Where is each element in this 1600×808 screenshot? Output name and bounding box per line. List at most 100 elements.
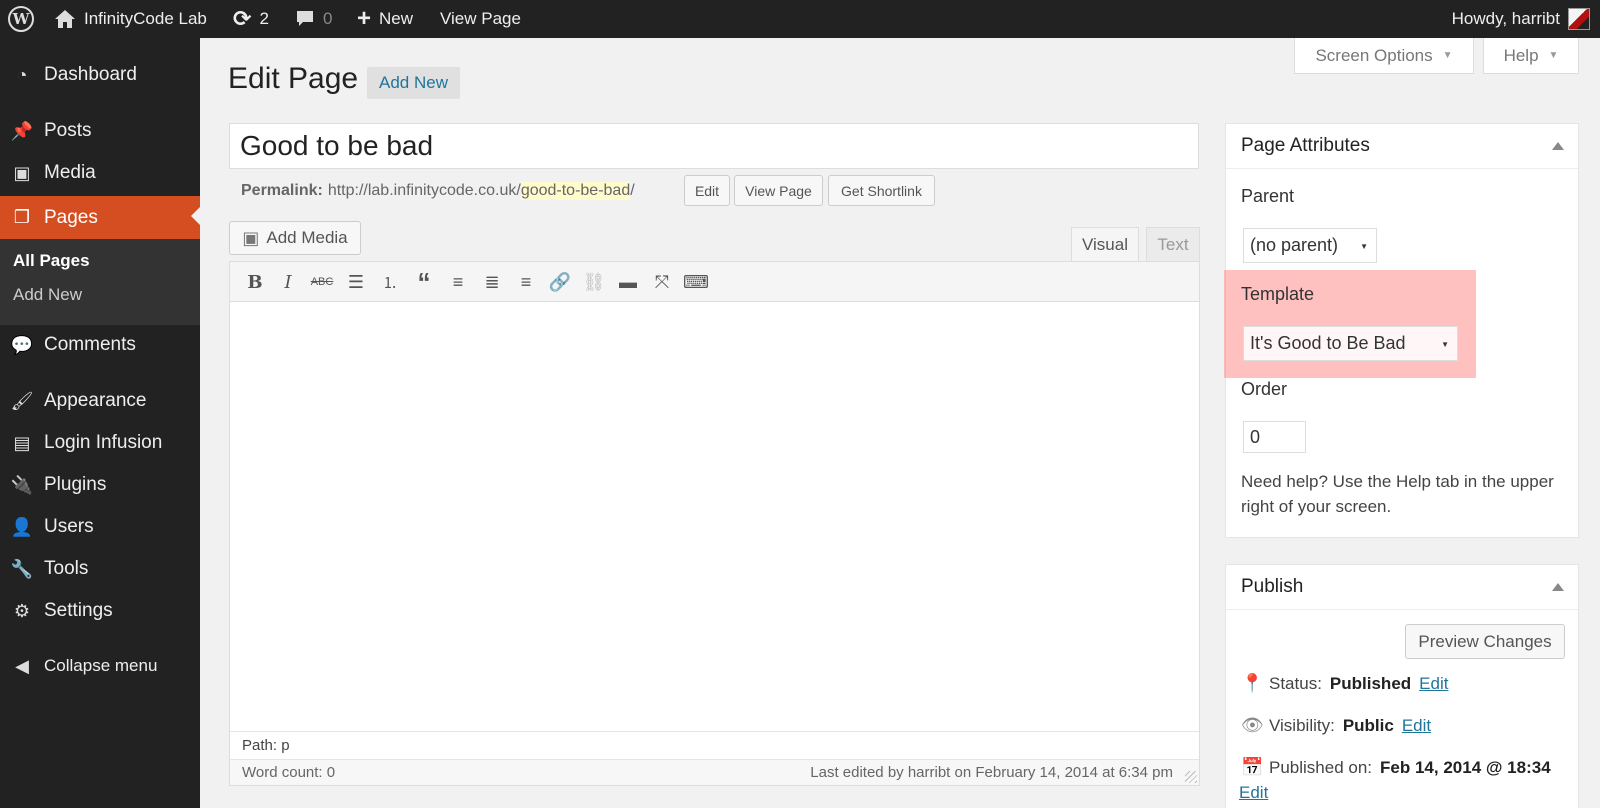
strikethrough-icon[interactable]: ABC xyxy=(309,269,335,295)
publish-header[interactable]: Publish xyxy=(1226,565,1578,610)
eye-icon: 👁 xyxy=(1241,715,1264,735)
collapse-menu-button[interactable]: ◀ Collapse menu xyxy=(0,646,200,686)
content-editor: B I ABC ☰ ⒈ “ ≡ ≣ ≡ 🔗 ⛓ ▬ ⤧ ⌨ Path: p Wo… xyxy=(229,261,1200,786)
fullscreen-icon[interactable]: ⤧ xyxy=(649,269,675,295)
wordpress-logo-menu[interactable]: W xyxy=(8,0,34,38)
view-page-link[interactable]: View Page xyxy=(440,0,521,38)
blockquote-icon[interactable]: “ xyxy=(411,267,437,297)
dropdown-arrow-icon: ▼ xyxy=(1441,340,1449,349)
align-right-icon[interactable]: ≡ xyxy=(513,269,539,295)
dashboard-icon: ◔ xyxy=(16,64,28,85)
parent-select-value: (no parent) xyxy=(1250,235,1339,255)
sidebar-item-pages[interactable]: ❐ Pages xyxy=(0,196,200,239)
order-input[interactable] xyxy=(1243,421,1306,453)
add-new-button[interactable]: Add New xyxy=(367,67,460,99)
link-icon[interactable]: 🔗 xyxy=(547,269,573,295)
edit-status-link[interactable]: Edit xyxy=(1419,674,1448,694)
sidebar-item-settings[interactable]: ⚙ Settings xyxy=(0,591,200,631)
sidebar-item-label: Media xyxy=(44,162,96,183)
page-attributes-title: Page Attributes xyxy=(1241,135,1370,156)
resize-handle-icon[interactable] xyxy=(1185,771,1197,783)
my-account-menu[interactable]: Howdy, harribt xyxy=(1452,0,1590,38)
get-shortlink-button[interactable]: Get Shortlink xyxy=(828,175,935,206)
bullet-list-icon[interactable]: ☰ xyxy=(343,269,369,295)
sidebar-item-label: Posts xyxy=(44,120,92,141)
edit-permalink-button[interactable]: Edit xyxy=(684,175,730,206)
read-more-icon[interactable]: ▬ xyxy=(615,269,641,295)
sidebar-item-label: Login Infusion xyxy=(44,432,163,453)
collapse-arrow-icon[interactable] xyxy=(1552,583,1564,591)
help-text: Need help? Use the Help tab in the upper… xyxy=(1241,472,1554,516)
site-name-menu[interactable]: InfinityCode Lab xyxy=(54,0,207,38)
dropdown-arrow-icon: ▼ xyxy=(1360,242,1368,251)
permalink-base: http://lab.infinitycode.co.uk/ xyxy=(327,182,521,199)
chevron-down-icon: ▼ xyxy=(1442,50,1453,61)
post-title-input[interactable] xyxy=(229,123,1199,169)
status-row: 📍 Status: Published Edit xyxy=(1241,673,1448,694)
sidebar-item-media[interactable]: ▣ Media xyxy=(0,153,200,193)
sidebar-item-login-infusion[interactable]: ▤ Login Infusion xyxy=(0,423,200,463)
comment-icon: 💬 xyxy=(10,334,34,355)
site-name: InfinityCode Lab xyxy=(84,9,207,28)
sidebar-item-comments[interactable]: 💬 Comments xyxy=(0,325,200,365)
sidebar-item-plugins[interactable]: 🔌 Plugins xyxy=(0,465,200,505)
submenu-all-pages[interactable]: All Pages xyxy=(13,251,90,271)
parent-select[interactable]: (no parent) ▼ xyxy=(1243,228,1377,263)
page-attributes-box: Page Attributes Parent (no parent) ▼ Tem… xyxy=(1225,123,1579,538)
bold-icon[interactable]: B xyxy=(242,269,268,295)
permalink-end: / xyxy=(630,182,635,199)
page-attributes-header[interactable]: Page Attributes xyxy=(1226,124,1578,169)
sidebar-item-dashboard[interactable]: ◔ Dashboard xyxy=(0,55,200,95)
wordpress-logo-icon: W xyxy=(8,6,34,32)
status-value: Published xyxy=(1329,673,1412,693)
submenu-add-new[interactable]: Add New xyxy=(13,285,82,305)
collapse-label: Collapse menu xyxy=(44,656,158,675)
sidebar-item-posts[interactable]: 📌 Posts xyxy=(0,111,200,151)
comments-menu[interactable]: 0 xyxy=(295,0,332,38)
pin-icon: 📍 xyxy=(1241,673,1264,693)
collapse-arrow-icon: ◀ xyxy=(15,655,29,676)
align-left-icon[interactable]: ≡ xyxy=(445,269,471,295)
view-page-label: View Page xyxy=(440,9,521,28)
comment-bubble-icon xyxy=(297,11,313,26)
tab-visual[interactable]: Visual xyxy=(1071,227,1139,262)
editor-toolbar: B I ABC ☰ ⒈ “ ≡ ≣ ≡ 🔗 ⛓ ▬ ⤧ ⌨ xyxy=(230,262,1199,302)
publish-title: Publish xyxy=(1241,576,1304,597)
admin-bar: W InfinityCode Lab ⟳ 2 0 + New View Page… xyxy=(0,0,1600,38)
screen-options-button[interactable]: Screen Options ▼ xyxy=(1294,38,1474,74)
permalink-slug[interactable]: good-to-be-bad xyxy=(520,182,631,200)
edit-date-link[interactable]: Edit xyxy=(1239,783,1268,803)
template-select[interactable]: It's Good to Be Bad ▼ xyxy=(1243,326,1458,361)
add-media-button[interactable]: ▣ Add Media xyxy=(229,221,361,255)
align-center-icon[interactable]: ≣ xyxy=(479,269,505,295)
editor-content-area[interactable] xyxy=(230,302,1199,731)
parent-label: Parent xyxy=(1241,186,1295,206)
sidebar-item-appearance[interactable]: 🖌 Appearance xyxy=(0,381,200,421)
new-label: New xyxy=(379,9,414,28)
sidebar-item-label: Comments xyxy=(44,334,136,355)
toolbar-toggle-icon[interactable]: ⌨ xyxy=(683,269,709,295)
wrench-icon: 🔧 xyxy=(10,558,34,579)
updates-menu[interactable]: ⟳ 2 xyxy=(233,0,269,38)
preview-changes-button[interactable]: Preview Changes xyxy=(1405,624,1565,659)
sidebar-item-tools[interactable]: 🔧 Tools xyxy=(0,549,200,589)
sidebar-item-users[interactable]: 👤 Users xyxy=(0,507,200,547)
status-label: Status: xyxy=(1269,673,1322,693)
order-label: Order xyxy=(1241,379,1288,399)
editor-path: Path: p xyxy=(230,731,1199,759)
howdy-text: Howdy, harribt xyxy=(1451,9,1560,28)
last-edited: Last edited by harribt on February 14, 2… xyxy=(810,764,1173,781)
chevron-down-icon: ▼ xyxy=(1548,50,1559,61)
help-button[interactable]: Help ▼ xyxy=(1483,38,1579,74)
media-icon: ▣ xyxy=(13,162,31,183)
published-label: Published on: xyxy=(1269,757,1373,777)
italic-icon[interactable]: I xyxy=(275,269,301,295)
unlink-icon[interactable]: ⛓ xyxy=(581,269,607,295)
new-content-menu[interactable]: + New xyxy=(357,0,413,38)
edit-visibility-link[interactable]: Edit xyxy=(1402,716,1431,736)
numbered-list-icon[interactable]: ⒈ xyxy=(377,269,403,295)
collapse-arrow-icon[interactable] xyxy=(1552,142,1564,150)
tab-text[interactable]: Text xyxy=(1146,227,1200,262)
view-page-button[interactable]: View Page xyxy=(734,175,823,206)
updates-icon: ⟳ xyxy=(233,6,252,31)
